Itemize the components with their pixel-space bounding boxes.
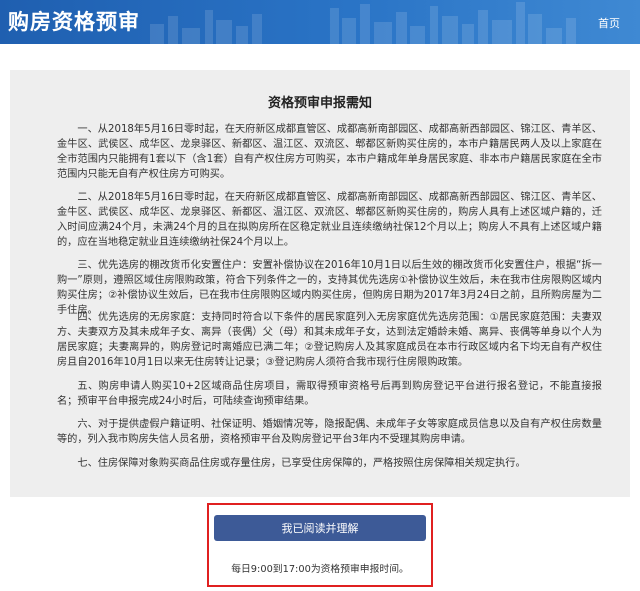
application-time-note: 每日9:00到17:00为资格预审申报时间。 bbox=[231, 564, 409, 575]
agree-section-highlight: 我已阅读并理解 每日9:00到17:00为资格预审申报时间。 bbox=[207, 503, 433, 587]
page-title: 购房资格预审 bbox=[8, 10, 140, 34]
notice-paragraph-2: 二、从2018年5月16日零时起，在天府新区成都直管区、成都高新南部园区、成都高… bbox=[57, 192, 602, 248]
notice-paragraph-3: 三、优先选房的棚改货币化安置住户：安置补偿协议在2016年10月1日以后生效的棚… bbox=[57, 260, 602, 316]
home-link[interactable]: 首页 bbox=[598, 15, 620, 31]
notice-paragraph-7: 七、住房保障对象购买商品住房或存量住房，已享受住房保障的，严格按照住房保障相关规… bbox=[77, 458, 526, 469]
notice-paragraph-6: 六、对于提供虚假户籍证明、社保证明、婚姻情况等，隐报配偶、未成年子女等家庭成员信… bbox=[57, 419, 602, 445]
notice-title: 资格预审申报需知 bbox=[267, 96, 372, 111]
notice-paragraph-5: 五、购房申请人购买10+2区域商品住房项目，需取得预审资格号后再到购房登记平台进… bbox=[57, 381, 602, 407]
notice-paragraph-1: 一、从2018年5月16日零时起，在天府新区成都直管区、成都高新南部园区、成都高… bbox=[57, 124, 602, 180]
notice-paragraph-4: 四、优先选房的无房家庭：支持同时符合以下条件的居民家庭列入无房家庭优先选房范围：… bbox=[57, 312, 602, 368]
header-bar: 购房资格预审 首页 bbox=[0, 0, 640, 44]
notice-panel: 资格预审申报需知 一、从2018年5月16日零时起，在天府新区成都直管区、成都高… bbox=[10, 70, 630, 497]
agree-button[interactable]: 我已阅读并理解 bbox=[214, 515, 426, 541]
